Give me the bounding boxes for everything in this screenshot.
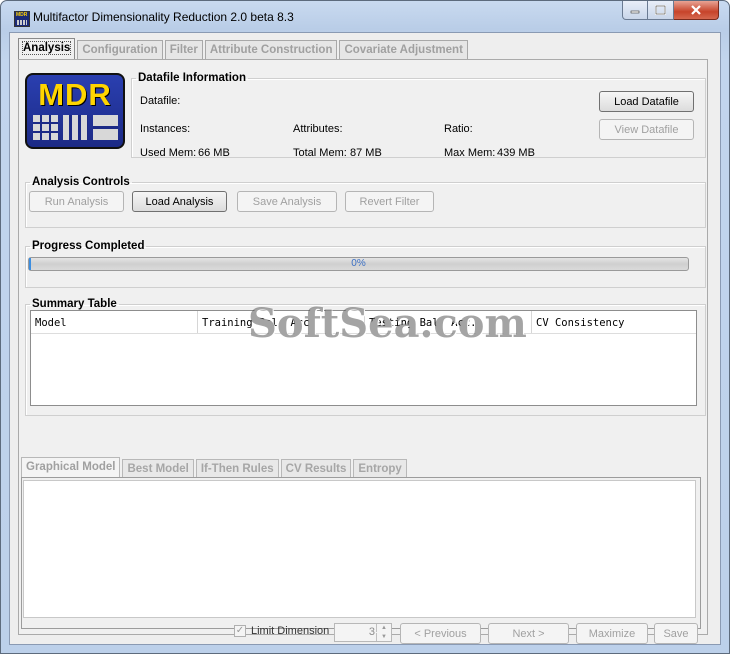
limit-dimension-label: Limit Dimension [251, 625, 330, 637]
minimize-icon [630, 10, 640, 14]
logo-split-icon [93, 115, 118, 140]
next-button[interactable]: Next > [488, 623, 569, 644]
tab-analysis[interactable]: Analysis [18, 38, 76, 59]
window-title: Multifactor Dimensionality Reduction 2.0… [33, 10, 294, 24]
graph-canvas [23, 480, 696, 618]
run-analysis-button[interactable]: Run Analysis [29, 191, 124, 212]
column-header-training-bal-acc[interactable]: Training Bal. Acc. [198, 311, 365, 333]
tab-configuration[interactable]: Configuration [77, 40, 163, 59]
tab-if-then-rules[interactable]: If-Then Rules [195, 459, 279, 477]
previous-button[interactable]: < Previous [400, 623, 481, 644]
dimension-spinner[interactable]: 3 ▲ ▼ [334, 623, 392, 642]
instances-label: Instances: [140, 123, 191, 135]
limit-dimension-checkbox[interactable]: ✓ [234, 625, 246, 637]
used-mem-value: 66 MB [198, 147, 230, 159]
tab-entropy[interactable]: Entropy [353, 459, 407, 477]
progress-group: Progress Completed 0% [25, 240, 706, 288]
revert-filter-button[interactable]: Revert Filter [345, 191, 434, 212]
save-analysis-button[interactable]: Save Analysis [237, 191, 337, 212]
window-controls [622, 1, 719, 20]
analysis-panel: MDR Datafile Information Datafile: Insta… [18, 59, 708, 644]
mdr-app-icon: MDR [14, 11, 30, 27]
summary-table: Model Training Bal. Acc. Testing Bal. Ac… [30, 310, 697, 406]
maximize-graph-button[interactable]: Maximize [576, 623, 648, 644]
column-header-cv-consistency[interactable]: CV Consistency [532, 311, 696, 333]
progress-text: 0% [351, 258, 366, 269]
summary-table-group: Summary Table Model Training Bal. Acc. T… [25, 298, 706, 416]
view-datafile-button[interactable]: View Datafile [599, 119, 694, 140]
minimize-button[interactable] [622, 1, 648, 20]
tab-label: Analysis [21, 41, 72, 55]
group-title: Summary Table [32, 298, 117, 310]
group-title: Analysis Controls [32, 176, 130, 188]
maximize-button[interactable] [648, 1, 674, 20]
close-button[interactable] [674, 1, 719, 20]
tab-covariate-adjustment[interactable]: Covariate Adjustment [339, 40, 468, 59]
used-mem-label: Used Mem: [140, 147, 197, 159]
logo-grid-icon [33, 115, 58, 140]
total-mem-label: Total Mem: [293, 147, 347, 159]
group-title: Datafile Information [138, 72, 246, 84]
dimension-value: 3 [368, 626, 375, 638]
load-datafile-button[interactable]: Load Datafile [599, 91, 694, 112]
app-window: MDR Multifactor Dimensionality Reduction… [0, 0, 730, 654]
load-analysis-button[interactable]: Load Analysis [132, 191, 227, 212]
column-header-testing-bal-acc[interactable]: Testing Bal. Acc. [365, 311, 532, 333]
mdr-logo: MDR [25, 73, 125, 149]
maximize-icon [655, 5, 666, 15]
spinner-up-icon[interactable]: ▲ [376, 624, 391, 632]
tab-attribute-construction[interactable]: Attribute Construction [204, 40, 338, 59]
graph-tabs: Graphical Model Best Model If-Then Rules… [21, 457, 409, 477]
total-mem-value: 87 MB [350, 147, 382, 159]
datafile-label: Datafile: [140, 95, 181, 107]
attributes-label: Attributes: [293, 123, 343, 135]
logo-bars-icon [63, 115, 88, 140]
ratio-label: Ratio: [444, 123, 473, 135]
client-area: Analysis Configuration Filter Attribute … [9, 32, 721, 645]
tab-graphical-model[interactable]: Graphical Model [21, 457, 121, 477]
max-mem-value: 439 MB [497, 147, 535, 159]
table-header: Model Training Bal. Acc. Testing Bal. Ac… [31, 311, 696, 334]
tab-cv-results[interactable]: CV Results [280, 459, 352, 477]
checkmark-icon: ✓ [235, 625, 245, 636]
group-title: Progress Completed [32, 240, 145, 252]
main-tabs: Analysis Configuration Filter Attribute … [18, 38, 470, 59]
datafile-information-group: Datafile Information Datafile: Instances… [131, 72, 706, 159]
spinner-down-icon[interactable]: ▼ [376, 633, 391, 641]
max-mem-label: Max Mem: [444, 147, 496, 159]
logo-text: MDR [38, 77, 112, 112]
save-graph-button[interactable]: Save [654, 623, 698, 644]
tab-filter[interactable]: Filter [164, 40, 203, 59]
progress-bar: 0% [28, 257, 689, 271]
analysis-controls-group: Analysis Controls Run Analysis Load Anal… [25, 176, 706, 228]
close-icon [691, 5, 701, 15]
tab-best-model[interactable]: Best Model [122, 459, 194, 477]
graphical-model-panel: ✓ Limit Dimension 3 ▲ ▼ < Previous Next … [21, 477, 701, 644]
column-header-model[interactable]: Model [31, 311, 198, 333]
